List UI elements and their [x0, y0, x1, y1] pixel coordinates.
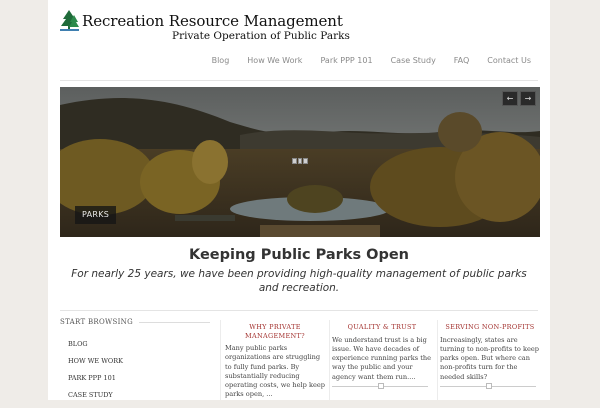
main-nav: Blog How We Work Park PPP 101 Case Study… [194, 56, 531, 65]
sidebar-item-blog[interactable]: BLOG [60, 340, 210, 357]
nav-how-we-work[interactable]: How We Work [247, 56, 302, 65]
sidebar-heading: START BROWSING [60, 318, 210, 326]
slider-next-button[interactable]: → [520, 91, 536, 106]
column-divider [437, 320, 438, 400]
column-scroll-handle[interactable] [486, 383, 492, 389]
pine-tree-icon [60, 10, 79, 31]
slider-arrows: ← → [502, 91, 536, 106]
column-text: We understand trust is a big issue. We h… [332, 335, 431, 381]
column-scroll-handle[interactable] [378, 383, 384, 389]
nav-faq[interactable]: FAQ [454, 56, 470, 65]
site-logo[interactable]: Recreation Resource Management Private O… [60, 10, 350, 44]
slider-pagination[interactable] [292, 158, 309, 164]
page-container: Recreation Resource Management Private O… [48, 0, 550, 400]
site-title: Recreation Resource Management [82, 12, 343, 30]
column-text: Many public parks organizations are stru… [225, 344, 326, 399]
slider-dot[interactable] [303, 158, 309, 164]
column-quality-trust: QUALITY & TRUST We understand trust is a… [332, 323, 432, 382]
nav-case-study[interactable]: Case Study [391, 56, 436, 65]
slider-dot[interactable] [297, 158, 303, 164]
column-text: Increasingly, states are turning to non-… [440, 335, 539, 381]
column-divider [220, 320, 221, 400]
nav-blog[interactable]: Blog [212, 56, 230, 65]
sidebar: START BROWSING BLOG HOW WE WORK PARK PPP… [60, 318, 210, 408]
column-why-private: WHY PRIVATE MANAGEMENT? Many public park… [225, 323, 325, 400]
header-divider [60, 80, 538, 81]
sidebar-heading-label: START BROWSING [60, 318, 134, 326]
slider-dot[interactable] [292, 158, 297, 164]
tagline-heading: Keeping Public Parks Open [188, 247, 410, 263]
sidebar-heading-rule [139, 321, 210, 323]
slider-prev-button[interactable]: ← [502, 91, 518, 106]
sidebar-item-park-ppp-101[interactable]: PARK PPP 101 [60, 374, 210, 391]
tagline-text: For nearly 25 years, we have been provid… [71, 268, 527, 294]
hero-slider[interactable]: ← → PARKS [60, 87, 540, 237]
column-title[interactable]: SERVING NON-PROFITS [440, 323, 540, 332]
sidebar-list: BLOG HOW WE WORK PARK PPP 101 CASE STUDY [60, 340, 210, 408]
column-non-profits: SERVING NON-PROFITS Increasingly, states… [440, 323, 540, 382]
nav-contact-us[interactable]: Contact Us [487, 56, 531, 65]
nav-park-ppp-101[interactable]: Park PPP 101 [320, 56, 372, 65]
sidebar-item-how-we-work[interactable]: HOW WE WORK [60, 357, 210, 374]
content-divider [60, 310, 538, 311]
column-title[interactable]: WHY PRIVATE MANAGEMENT? [225, 323, 325, 340]
site-tagline: Private Operation of Public Parks [172, 30, 350, 42]
slide-caption[interactable]: PARKS [75, 206, 117, 224]
column-divider [329, 320, 330, 400]
column-title[interactable]: QUALITY & TRUST [332, 323, 432, 332]
